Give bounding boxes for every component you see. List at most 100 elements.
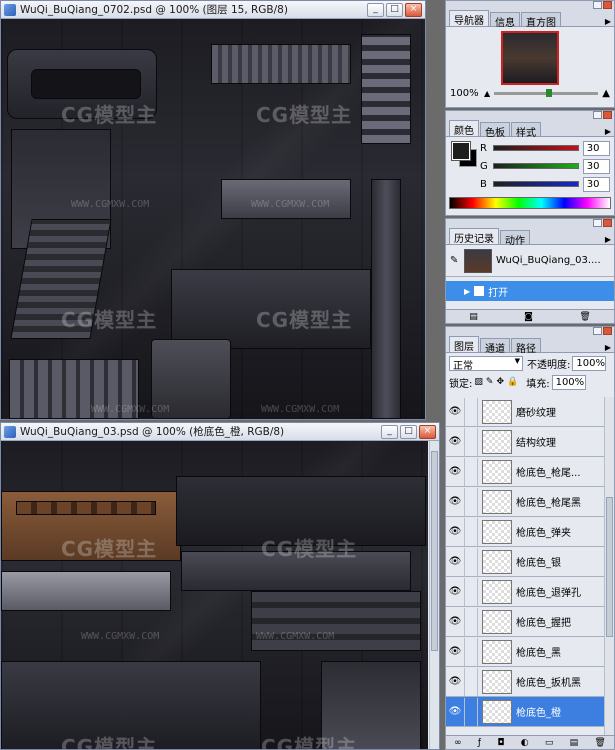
document-1-canvas[interactable]: CG模型主 CG模型主 CG模型主 CG模型主 WWW.CGMXW.COM WW…	[1, 19, 425, 419]
layer-link-slot[interactable]	[464, 517, 478, 546]
eye-icon[interactable]: 👁	[446, 646, 464, 657]
layer-link-slot[interactable]	[464, 637, 478, 666]
tab-navigator[interactable]: 导航器	[449, 10, 489, 27]
zoom-slider[interactable]	[494, 89, 599, 97]
link-layers-icon[interactable]: ∞	[454, 738, 462, 748]
eye-icon[interactable]: 👁	[446, 406, 464, 417]
document-window-2[interactable]: WuQi_BuQiang_03.psd @ 100% (枪底色_橙, RGB/8…	[0, 422, 440, 750]
new-layer-icon[interactable]: ▤	[570, 738, 579, 748]
lock-position-icon[interactable]: ✥	[496, 377, 504, 387]
panel-minimize-button[interactable]	[593, 219, 602, 227]
maximize-button[interactable]: □	[400, 424, 417, 439]
lock-pixels-icon[interactable]: ✎	[486, 377, 494, 387]
tab-paths[interactable]: 路径	[511, 338, 541, 355]
layer-link-slot[interactable]	[464, 697, 478, 726]
panel-close-button[interactable]	[603, 111, 612, 119]
layer-row[interactable]: 👁 磨砂纹理	[446, 397, 604, 427]
document-window-1[interactable]: WuQi_BuQiang_0702.psd @ 100% (图层 15, RGB…	[0, 0, 426, 420]
panel-close-button[interactable]	[603, 219, 612, 227]
tab-histogram[interactable]: 直方图	[521, 12, 561, 29]
new-group-icon[interactable]: ▭	[545, 738, 554, 748]
tab-history[interactable]: 历史记录	[449, 228, 499, 245]
layer-row[interactable]: 👁 枪底色_橙	[446, 697, 604, 727]
layer-link-slot[interactable]	[464, 577, 478, 606]
eye-icon[interactable]: 👁	[446, 706, 464, 717]
document-1-titlebar[interactable]: WuQi_BuQiang_0702.psd @ 100% (图层 15, RGB…	[1, 1, 425, 19]
maximize-button[interactable]: □	[386, 2, 403, 17]
tab-color[interactable]: 颜色	[449, 120, 479, 137]
layer-link-slot[interactable]	[464, 607, 478, 636]
layer-row[interactable]: 👁 枪底色_扳机黑	[446, 667, 604, 697]
layer-row[interactable]: 👁 枪底色_黑	[446, 637, 604, 667]
panel-close-button[interactable]	[603, 327, 612, 335]
zoom-in-icon[interactable]: ▲	[602, 88, 610, 99]
eye-icon[interactable]: 👁	[446, 436, 464, 447]
scrollbar-thumb[interactable]	[606, 497, 613, 637]
layers-scrollbar[interactable]	[604, 397, 614, 735]
foreground-color-swatch[interactable]	[451, 141, 471, 161]
eye-icon[interactable]: 👁	[446, 496, 464, 507]
history-state-item[interactable]: ▶ 打开	[446, 281, 614, 301]
minimize-button[interactable]: _	[367, 2, 384, 17]
color-spectrum-bar[interactable]	[449, 197, 611, 209]
channel-b-slider[interactable]	[492, 181, 579, 187]
panel-minimize-button[interactable]	[593, 327, 602, 335]
layer-link-slot[interactable]	[464, 667, 478, 696]
tab-info[interactable]: 信息	[490, 12, 520, 29]
eye-icon[interactable]: 👁	[446, 526, 464, 537]
channel-g-slider[interactable]	[492, 163, 579, 169]
navigator-preview[interactable]	[501, 31, 559, 85]
panel-minimize-button[interactable]	[593, 1, 602, 9]
document-2-scrollbar[interactable]	[429, 441, 439, 749]
eye-icon[interactable]: 👁	[446, 466, 464, 477]
layer-row[interactable]: 👁 枪底色_弹夹	[446, 517, 604, 547]
delete-state-icon[interactable]: 🗑	[579, 312, 590, 322]
panel-minimize-button[interactable]	[593, 111, 602, 119]
tab-styles[interactable]: 样式	[511, 122, 541, 139]
panel-menu-icon[interactable]: ▶	[605, 127, 614, 136]
new-document-from-state-icon[interactable]: ▤	[469, 312, 478, 322]
eye-icon[interactable]: 👁	[446, 616, 464, 627]
tab-swatches[interactable]: 色板	[480, 122, 510, 139]
panel-menu-icon[interactable]: ▶	[605, 235, 614, 244]
channel-r-slider[interactable]	[492, 145, 579, 151]
close-button[interactable]: ×	[419, 424, 436, 439]
layer-row[interactable]: 👁 枪底色_枪尾黑	[446, 487, 604, 517]
layer-link-slot[interactable]	[464, 487, 478, 516]
channel-b-value[interactable]: 30	[582, 176, 610, 192]
new-snapshot-icon[interactable]: ◙	[524, 312, 533, 322]
layer-row[interactable]: 👁 结构纹理	[446, 427, 604, 457]
fill-input[interactable]: 100%	[551, 374, 586, 390]
document-2-canvas[interactable]: CG模型主 CG模型主 CG模型主 CG模型主 WWW.CGMXW.COM WW…	[1, 441, 428, 749]
layer-link-slot[interactable]	[464, 457, 478, 486]
layers-list[interactable]: 👁 磨砂纹理 👁 结构纹理 👁 枪底色_枪尾... 👁 枪底色_枪尾黑 👁 枪底色_弹夹 👁 枪底色_…	[446, 397, 604, 735]
close-button[interactable]: ×	[405, 2, 422, 17]
panel-menu-icon[interactable]: ▶	[605, 17, 614, 26]
minimize-button[interactable]: _	[381, 424, 398, 439]
blend-mode-select[interactable]: 正常 ▼	[449, 355, 523, 372]
layer-mask-icon[interactable]: ◘	[497, 738, 504, 748]
layer-style-icon[interactable]: ƒ	[478, 738, 481, 748]
layer-row[interactable]: 👁 枪底色_枪尾...	[446, 457, 604, 487]
layer-row[interactable]: 👁 枪底色_退弹孔	[446, 577, 604, 607]
adjustment-layer-icon[interactable]: ◐	[521, 738, 529, 748]
layer-row[interactable]: 👁 枪底色_握把	[446, 607, 604, 637]
channel-g-value[interactable]: 30	[582, 158, 610, 174]
zoom-level[interactable]: 100%	[450, 88, 484, 99]
panel-close-button[interactable]	[603, 1, 612, 9]
zoom-out-icon[interactable]: ▲	[484, 89, 490, 98]
zoom-slider-thumb[interactable]	[546, 89, 553, 97]
layer-link-slot[interactable]	[464, 397, 478, 426]
layer-link-slot[interactable]	[464, 547, 478, 576]
panel-menu-icon[interactable]: ▶	[605, 343, 614, 352]
delete-layer-icon[interactable]: 🗑	[594, 738, 605, 748]
scrollbar-thumb[interactable]	[431, 451, 438, 651]
channel-r-value[interactable]: 30	[582, 140, 610, 156]
tab-channels[interactable]: 通道	[480, 338, 510, 355]
history-snapshot[interactable]: ✎ WuQi_BuQiang_03....	[446, 245, 614, 277]
document-2-titlebar[interactable]: WuQi_BuQiang_03.psd @ 100% (枪底色_橙, RGB/8…	[1, 423, 439, 441]
lock-transparency-icon[interactable]: ▨	[474, 377, 483, 387]
layer-row[interactable]: 👁 枪底色_银	[446, 547, 604, 577]
lock-all-icon[interactable]: 🔒	[507, 377, 518, 387]
tab-actions[interactable]: 动作	[500, 230, 530, 247]
